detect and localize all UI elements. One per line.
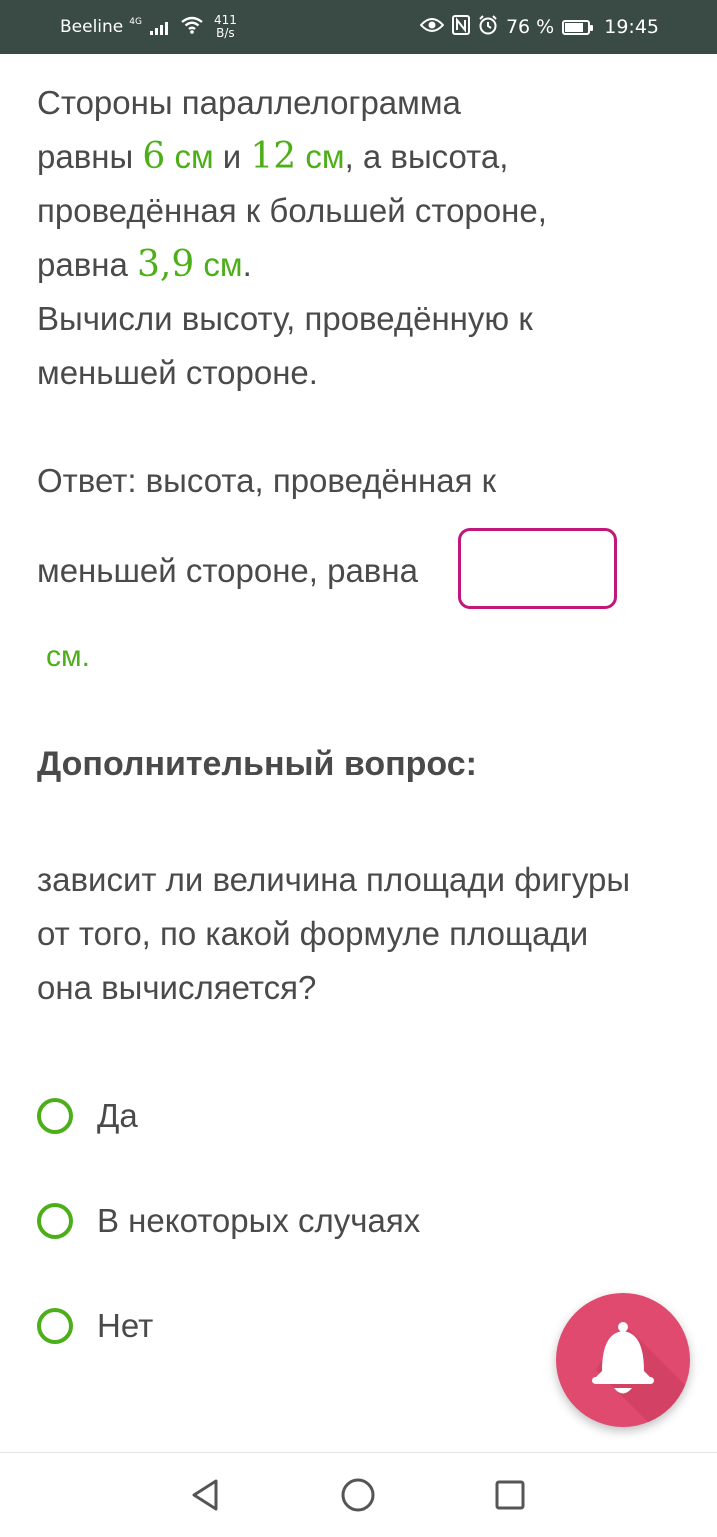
option-label: Нет bbox=[97, 1307, 154, 1344]
question-line: равна 3,9 см. bbox=[37, 238, 657, 292]
side1-value: 6 bbox=[142, 136, 166, 177]
extra-question-line: зависит ли величина площади фигуры bbox=[37, 861, 631, 898]
unit-label: см bbox=[305, 138, 345, 175]
option-yes[interactable]: Да bbox=[37, 1093, 138, 1139]
radio-button[interactable] bbox=[37, 1098, 73, 1134]
answer-input[interactable] bbox=[458, 528, 617, 609]
speed-value: 411 bbox=[213, 13, 237, 27]
home-nav-button[interactable] bbox=[332, 1469, 384, 1521]
back-nav-button[interactable] bbox=[179, 1469, 231, 1521]
back-nav-icon bbox=[192, 1479, 218, 1511]
unit-label: см bbox=[174, 138, 214, 175]
extra-question-line: она вычисляется? bbox=[37, 969, 317, 1006]
question-line: проведённая к большей стороне, bbox=[37, 192, 547, 229]
speed-unit: B/s bbox=[216, 26, 235, 40]
nfc-icon bbox=[451, 14, 470, 40]
text-fragment: , а высота, bbox=[344, 138, 509, 175]
option-label: В некоторых случаях bbox=[97, 1202, 421, 1239]
carrier-name: Beeline bbox=[60, 17, 124, 37]
option-sometimes[interactable]: В некоторых случаях bbox=[37, 1198, 420, 1244]
network-speed: 411 B/s bbox=[214, 14, 237, 40]
answer-unit: см. bbox=[46, 640, 90, 673]
text-fragment: равна bbox=[37, 246, 137, 283]
question-line: меньшей стороне. bbox=[37, 354, 318, 391]
unit-label: см bbox=[203, 246, 243, 283]
eye-icon bbox=[419, 16, 445, 38]
option-label: Да bbox=[97, 1097, 138, 1134]
recents-nav-icon bbox=[495, 1480, 525, 1510]
alarm-icon bbox=[478, 14, 498, 40]
side2-value: 12 bbox=[250, 136, 297, 177]
radio-button[interactable] bbox=[37, 1203, 73, 1239]
status-bar: Beeline 4G 411 B/s 76 % 19:45 bbox=[0, 0, 717, 54]
answer-label-line2: меньшей стороне, равна bbox=[37, 552, 418, 589]
extra-question-line: от того, по какой формуле площади bbox=[37, 915, 589, 952]
text-fragment: равны bbox=[37, 138, 143, 175]
network-type: 4G bbox=[129, 16, 142, 27]
battery-level: 76 % bbox=[505, 16, 555, 38]
battery-icon bbox=[562, 19, 594, 35]
height-value: 3,9 bbox=[136, 244, 195, 285]
notification-bell-button[interactable] bbox=[556, 1293, 690, 1427]
bell-icon bbox=[592, 1322, 690, 1427]
extra-question-text: зависит ли величина площади фигуры от то… bbox=[37, 853, 687, 1015]
question-line: Вычисли высоту, проведённую к bbox=[37, 300, 533, 337]
option-no[interactable]: Нет bbox=[37, 1303, 153, 1349]
system-nav-bar bbox=[0, 1452, 717, 1537]
recents-nav-button[interactable] bbox=[484, 1469, 536, 1521]
text-fragment: и bbox=[213, 138, 251, 175]
clock-time: 19:45 bbox=[604, 16, 659, 38]
signal-icon bbox=[149, 19, 168, 35]
question-line: равны 6 см и 12 см, а высота, bbox=[37, 130, 657, 184]
wifi-icon bbox=[180, 16, 204, 39]
extra-question-heading: Дополнительный вопрос: bbox=[37, 745, 477, 783]
question-text: Стороны параллелограмма равны 6 см и 12 … bbox=[37, 76, 657, 400]
home-nav-icon bbox=[341, 1478, 375, 1512]
text-fragment: . bbox=[242, 246, 252, 283]
answer-label-line1: Ответ: высота, проведённая к bbox=[37, 462, 497, 499]
question-line: Стороны параллелограмма bbox=[37, 84, 461, 121]
radio-button[interactable] bbox=[37, 1308, 73, 1344]
